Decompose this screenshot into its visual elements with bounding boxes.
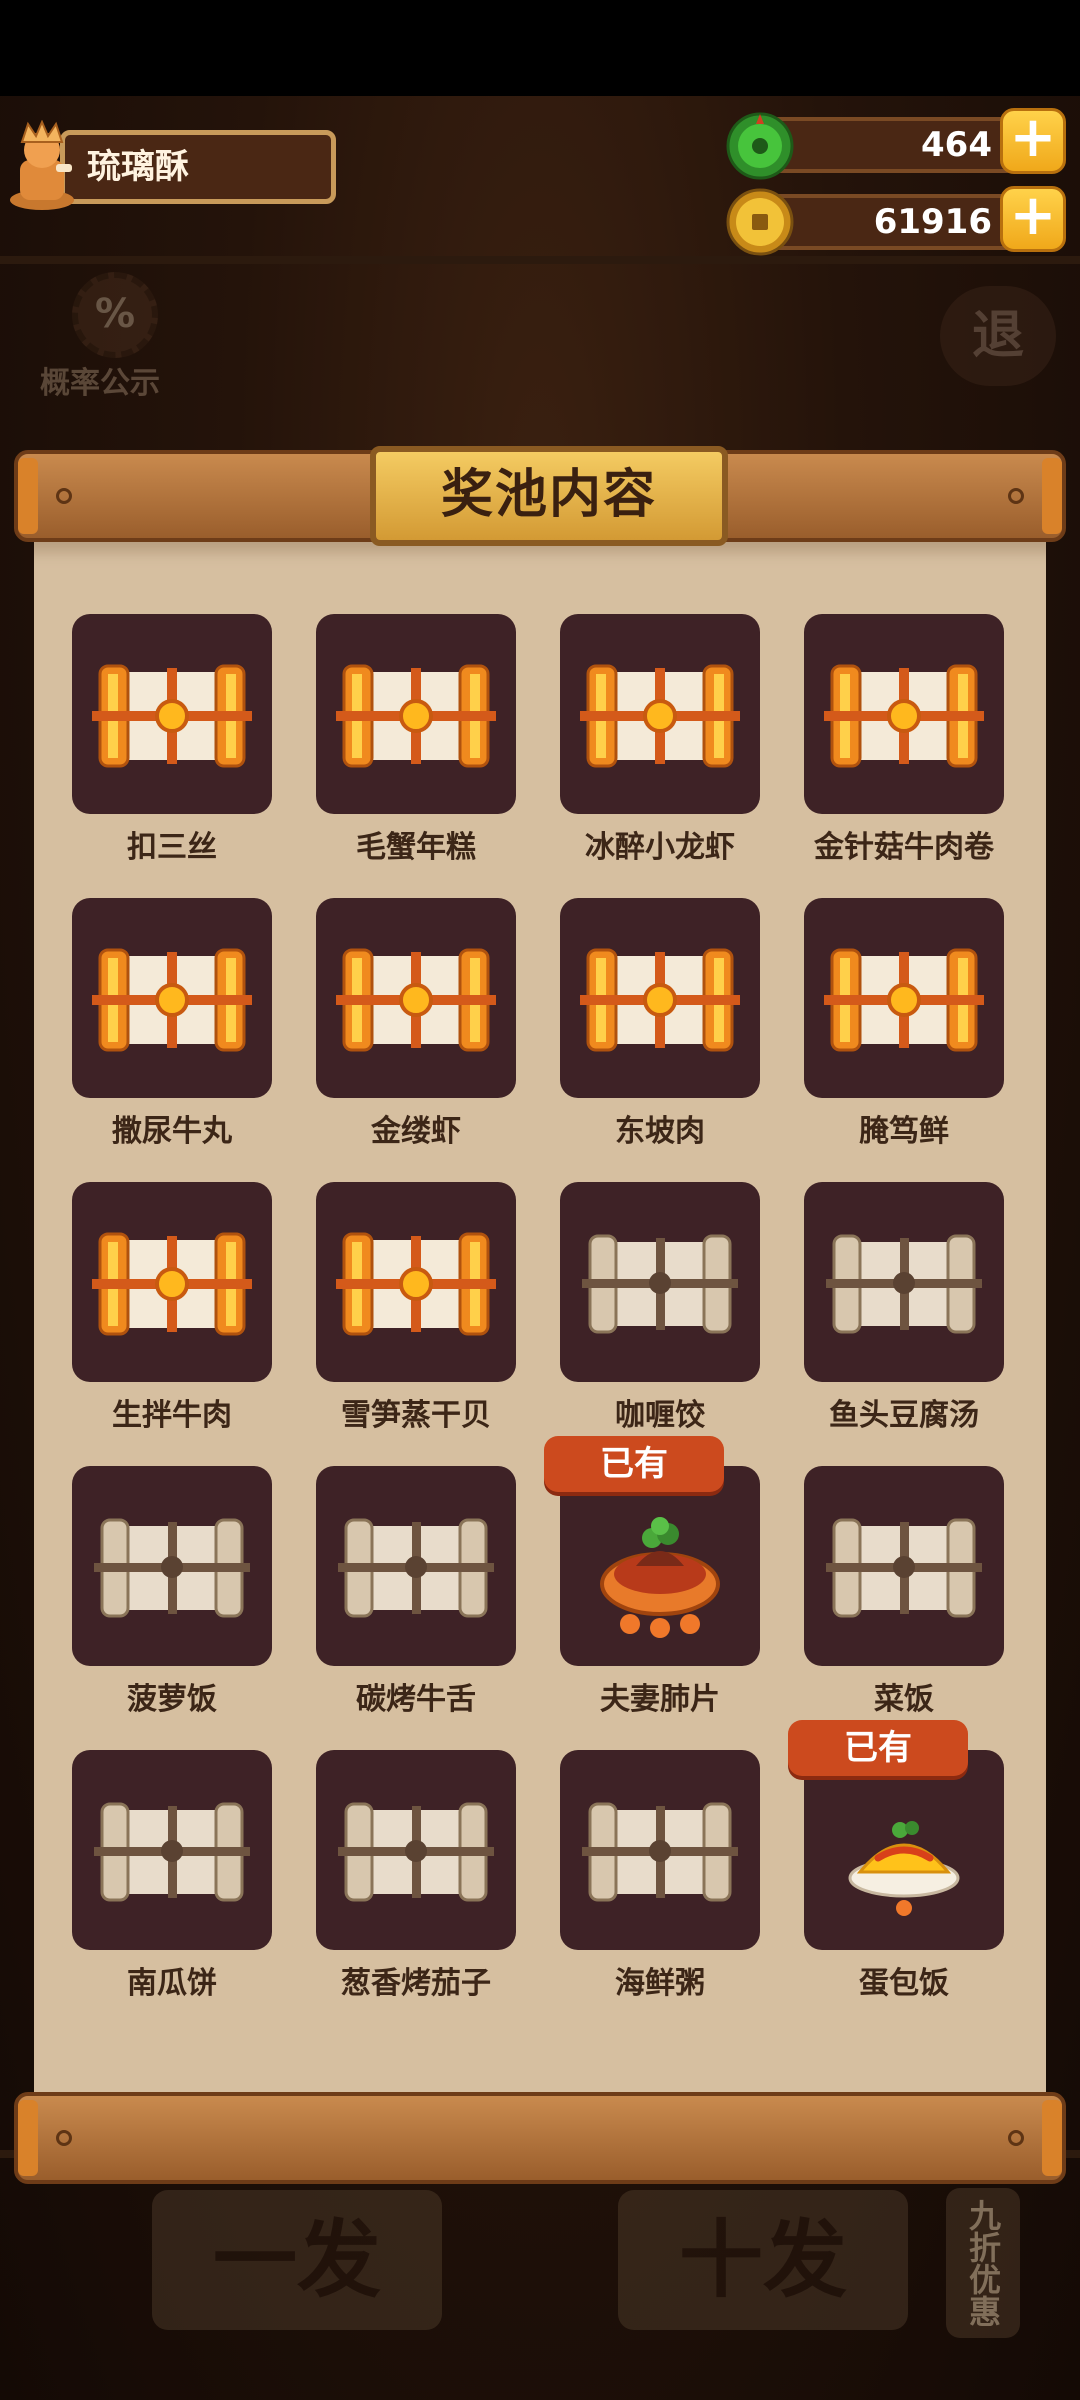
prize-item-name: 生拌牛肉 [112, 1398, 232, 1433]
prize-item[interactable]: 扣三丝 [72, 614, 272, 904]
golden-scroll-icon [804, 898, 1004, 1098]
coin-icon [726, 188, 794, 256]
scroll-icon [804, 1182, 1004, 1382]
golden-scroll-icon [316, 1182, 516, 1382]
prize-item-name: 雪笋蒸干贝 [341, 1398, 491, 1433]
prize-item-name: 碳烤牛舌 [356, 1682, 476, 1717]
prize-item[interactable]: 葱香烤茄子 [316, 1750, 516, 2040]
prize-item[interactable]: 夫妻肺片 已有 [544, 1436, 760, 1756]
golden-scroll-icon [72, 1182, 272, 1382]
scroll-icon [560, 1182, 760, 1382]
prize-item-name: 毛蟹年糕 [356, 830, 476, 865]
prize-item[interactable]: 腌笃鲜 [804, 898, 1004, 1188]
prize-item[interactable]: 菠萝饭 [72, 1466, 272, 1756]
golden-scroll-icon [72, 614, 272, 814]
prize-item[interactable]: 东坡肉 [560, 898, 760, 1188]
prize-item-name: 金缕虾 [371, 1114, 461, 1149]
prize-item[interactable]: 菜饭 [804, 1466, 1004, 1756]
prize-item[interactable]: 雪笋蒸干贝 [316, 1182, 516, 1472]
status-bar-area [0, 0, 1080, 96]
prize-item-name: 鱼头豆腐汤 [829, 1398, 979, 1433]
scroll-icon [560, 1750, 760, 1950]
prize-item-name: 夫妻肺片 [600, 1682, 720, 1717]
golden-scroll-icon [316, 898, 516, 1098]
jade-icon [726, 112, 794, 180]
golden-scroll-icon [804, 614, 1004, 814]
prize-item-name: 冰醉小龙虾 [585, 830, 735, 865]
scroll-icon [316, 1750, 516, 1950]
prize-item[interactable]: 金针菇牛肉卷 [804, 614, 1004, 904]
panel-title: 奖池内容 [370, 446, 728, 546]
prize-item-name: 南瓜饼 [127, 1966, 217, 2001]
golden-scroll-icon [560, 898, 760, 1098]
owned-badge: 已有 [788, 1720, 968, 1776]
omurice-dish-icon [804, 1750, 1004, 1950]
golden-scroll-icon [316, 614, 516, 814]
probability-button[interactable]: % 概率公示 [20, 272, 180, 402]
scroll-icon [804, 1466, 1004, 1666]
prize-item[interactable]: 毛蟹年糕 [316, 614, 516, 904]
percent-gear-icon: % [72, 272, 158, 358]
prize-item-name: 东坡肉 [615, 1114, 705, 1149]
probability-label: 概率公示 [40, 366, 160, 401]
owned-badge: 已有 [544, 1436, 724, 1492]
prize-item-name: 金针菇牛肉卷 [814, 830, 994, 865]
prize-item-name: 菠萝饭 [127, 1682, 217, 1717]
scroll-icon [316, 1466, 516, 1666]
prize-item-name: 海鲜粥 [615, 1966, 705, 2001]
chef-avatar-icon[interactable] [6, 120, 78, 212]
prize-item[interactable]: 冰醉小龙虾 [560, 614, 760, 904]
golden-scroll-icon [560, 614, 760, 814]
single-draw-button[interactable]: 一发 [152, 2190, 442, 2330]
add-jade-button[interactable]: + [1000, 108, 1066, 174]
prize-item[interactable]: 南瓜饼 [72, 1750, 272, 2040]
prize-item-name: 咖喱饺 [615, 1398, 705, 1433]
exit-button[interactable]: 退 [940, 286, 1056, 386]
prize-item-name: 菜饭 [874, 1682, 934, 1717]
background-rail [0, 256, 1080, 264]
scroll-icon [72, 1466, 272, 1666]
add-coins-button[interactable]: + [1000, 186, 1066, 252]
prize-item[interactable]: 碳烤牛舌 [316, 1466, 516, 1756]
prize-item-name: 撒尿牛丸 [112, 1114, 232, 1149]
prize-item-name: 腌笃鲜 [859, 1114, 949, 1149]
scroll-bottom-rod [14, 2092, 1066, 2184]
golden-scroll-icon [72, 898, 272, 1098]
prize-item[interactable]: 生拌牛肉 [72, 1182, 272, 1472]
scroll-icon [72, 1750, 272, 1950]
discount-badge: 九折优惠 [946, 2188, 1020, 2338]
prize-item-name: 蛋包饭 [859, 1966, 949, 2001]
fuqifeipian-dish-icon [560, 1466, 760, 1666]
player-name: 琉璃酥 [60, 130, 336, 204]
prize-item[interactable]: 蛋包饭 已有 [788, 1720, 1004, 2040]
prize-item-name: 葱香烤茄子 [341, 1966, 491, 2001]
prize-item[interactable]: 海鲜粥 [560, 1750, 760, 2040]
prize-item[interactable]: 咖喱饺 [560, 1182, 760, 1472]
prize-item[interactable]: 撒尿牛丸 [72, 898, 272, 1188]
prize-item[interactable]: 鱼头豆腐汤 [804, 1182, 1004, 1472]
prize-item-name: 扣三丝 [127, 830, 217, 865]
prize-item[interactable]: 金缕虾 [316, 898, 516, 1188]
ten-draw-button[interactable]: 十发 [618, 2190, 908, 2330]
